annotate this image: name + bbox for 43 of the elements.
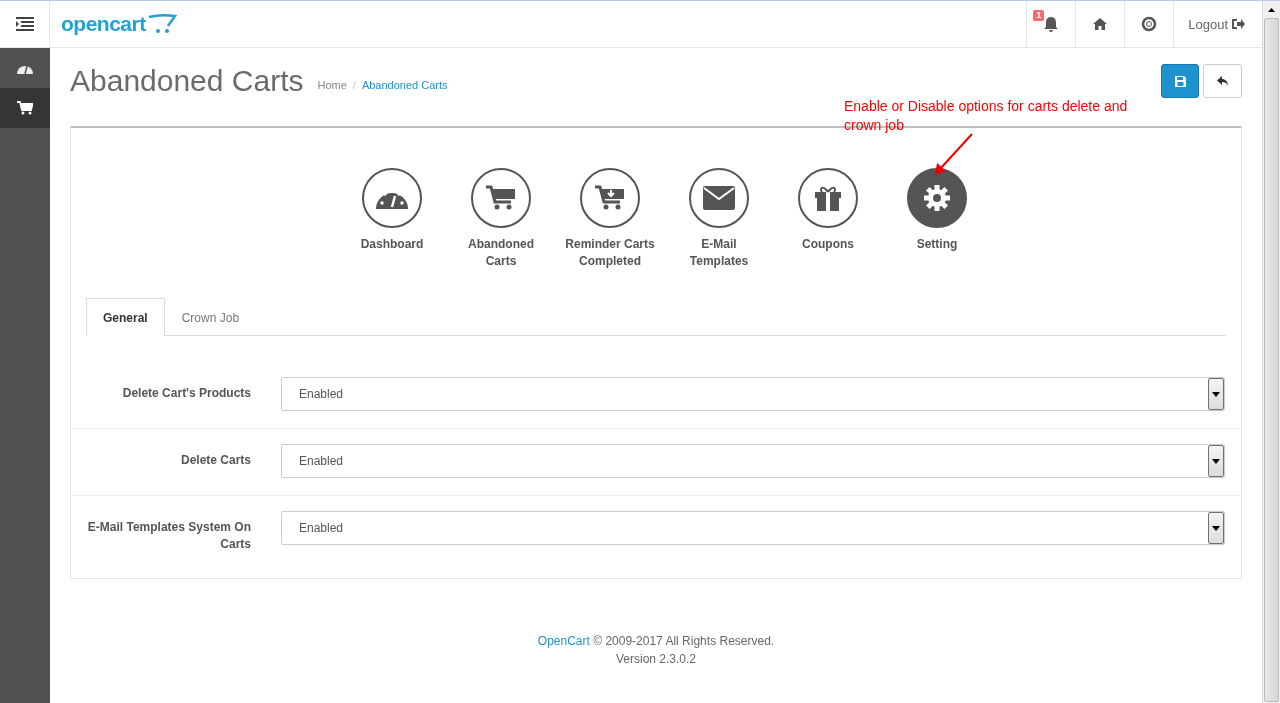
envelope-module-link[interactable]: E-Mail Templates — [664, 168, 774, 270]
breadcrumb-link[interactable]: Abandoned Carts — [361, 79, 448, 91]
notification-badge: 1 — [1033, 10, 1045, 21]
dropdown-arrow-button[interactable] — [1208, 445, 1224, 477]
copyright-text: OpenCart © 2009-2017 All Rights Reserved. — [536, 634, 776, 648]
page-title: Abandoned Carts — [70, 64, 304, 98]
caret-icon — [1212, 391, 1220, 397]
status-dropdown[interactable]: Enabled — [281, 511, 1225, 545]
breadcrumb-separator: / — [352, 79, 356, 91]
status-dropdown[interactable]: Enabled — [281, 444, 1225, 478]
menu-icon — [15, 17, 34, 31]
status-dropdown[interactable]: Enabled — [281, 377, 1225, 411]
back-button[interactable] — [1203, 64, 1242, 98]
annotation-arrow — [935, 133, 973, 175]
lifebuoy-icon — [1141, 16, 1158, 32]
caret-icon — [1212, 525, 1220, 531]
sign-out-icon — [1231, 18, 1245, 30]
scrollbar[interactable] — [1262, 1, 1280, 703]
cart-icon — [17, 101, 33, 115]
opencart-link[interactable]: OpenCart — [537, 634, 590, 648]
scroll-up-icon — [1268, 7, 1275, 12]
reply-arrow-icon — [1216, 75, 1229, 87]
tab[interactable]: General — [86, 298, 165, 336]
caret-icon — [1212, 458, 1220, 464]
tab[interactable]: Crown Job — [164, 298, 257, 336]
dropdown-arrow-button[interactable] — [1208, 378, 1224, 410]
gift-module-link[interactable]: Coupons — [773, 168, 883, 270]
sidebar-cart-item[interactable] — [0, 88, 50, 128]
field-label: Delete Carts — [179, 452, 251, 469]
version-text: Version 2.3.0.2 — [614, 652, 698, 666]
breadcrumb-link[interactable]: Home — [317, 79, 347, 91]
scrollbar-thumb[interactable] — [1264, 18, 1279, 702]
home-icon — [1092, 17, 1109, 31]
annotation-text: Enable or Disable options for carts delete and crown job — [844, 97, 1129, 135]
save-button[interactable] — [1161, 64, 1199, 98]
bell-icon — [1043, 15, 1060, 33]
dashboard-module-link[interactable]: Dashboard — [337, 168, 447, 270]
field-label: E-Mail Templates System On Carts — [86, 519, 251, 553]
gear-module-link[interactable]: Setting — [882, 168, 992, 270]
dropdown-arrow-button[interactable] — [1208, 512, 1224, 544]
field-label: Delete Cart's Products — [121, 385, 251, 402]
cart-module-link[interactable]: Abandoned Carts — [446, 168, 556, 270]
cart-download-module-link[interactable]: Reminder Carts Completed — [555, 168, 665, 270]
